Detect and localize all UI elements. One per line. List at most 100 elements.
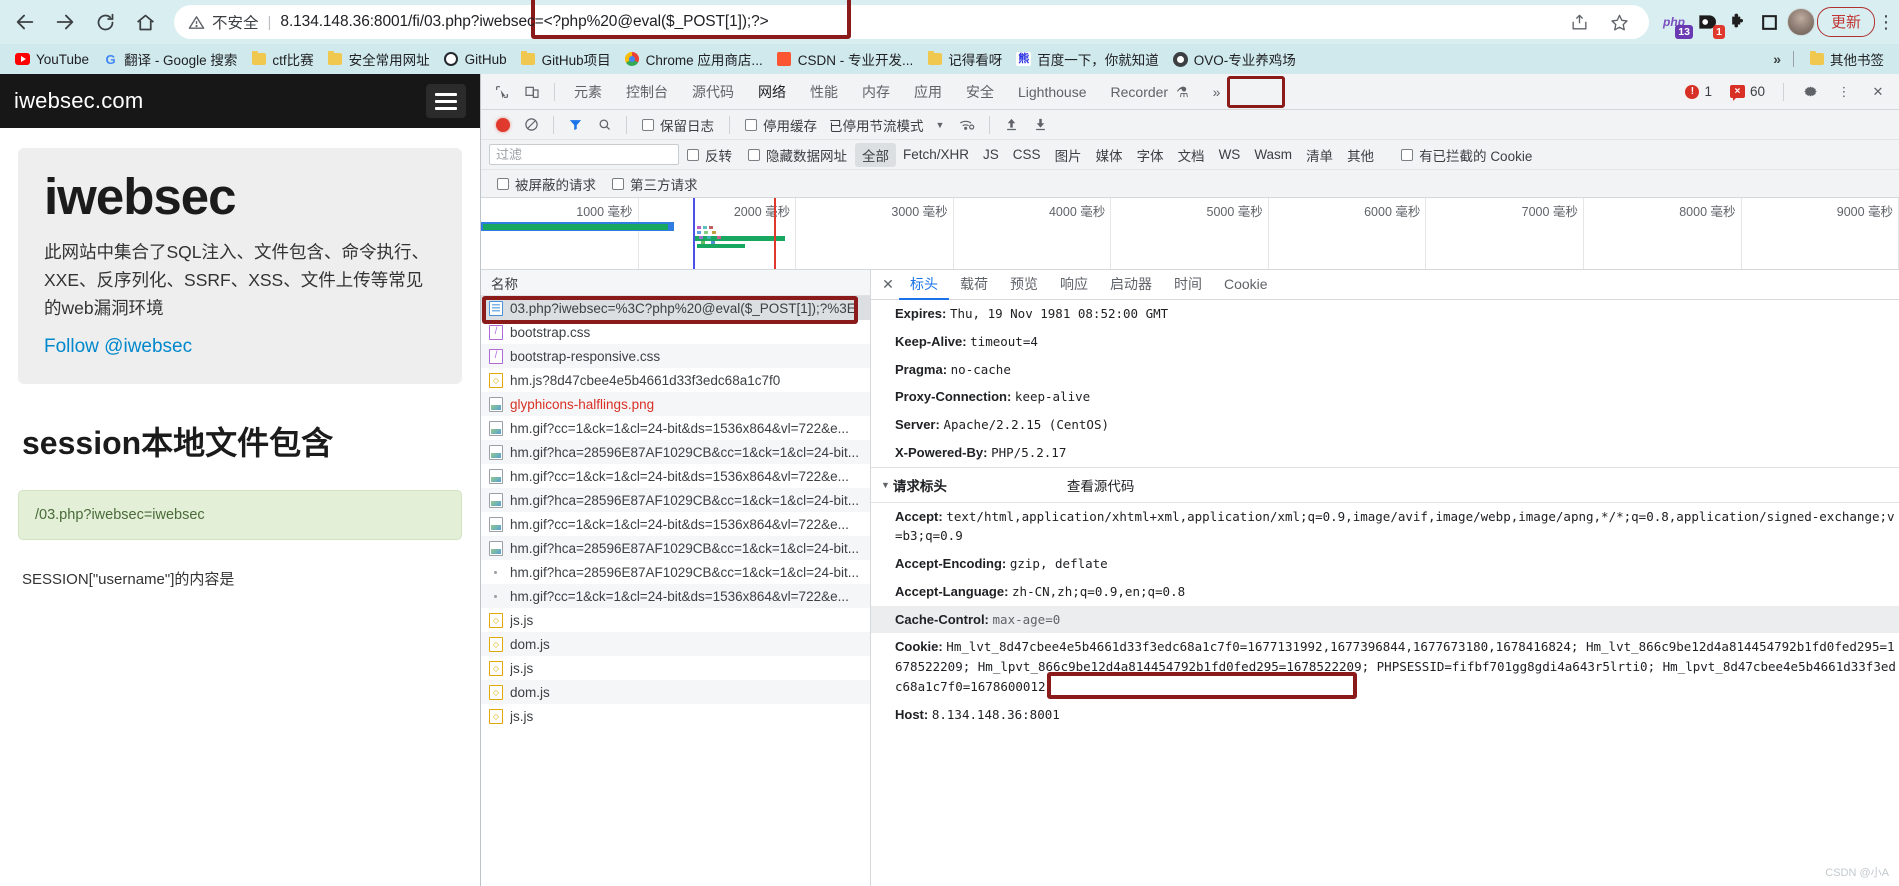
clear-requests-icon[interactable] xyxy=(517,113,546,137)
tab-application[interactable]: 应用 xyxy=(902,74,954,110)
third-party-requests-checkbox[interactable]: 第三方请求 xyxy=(604,174,706,194)
table-row[interactable]: js.js xyxy=(481,656,870,680)
filter-type-other[interactable]: 其他 xyxy=(1340,143,1381,167)
table-row[interactable]: hm.gif?hca=28596E87AF1029CB&cc=1&ck=1&cl… xyxy=(481,536,870,560)
filter-input[interactable]: 过滤 xyxy=(489,144,679,165)
filter-type-ws[interactable]: WS xyxy=(1212,145,1248,164)
forward-button-icon[interactable] xyxy=(46,3,84,41)
detail-tab-initiator[interactable]: 启动器 xyxy=(1099,270,1163,300)
tab-console[interactable]: 控制台 xyxy=(614,74,680,110)
table-row[interactable]: hm.gif?hca=28596E87AF1029CB&cc=1&ck=1&cl… xyxy=(481,560,870,584)
filter-type-media[interactable]: 媒体 xyxy=(1089,143,1130,167)
table-row[interactable]: hm.gif?hca=28596E87AF1029CB&cc=1&ck=1&cl… xyxy=(481,488,870,512)
search-icon[interactable] xyxy=(590,113,619,137)
table-row[interactable]: hm.js?8d47cbee4e5b4661d33f3edc68a1c7f0 xyxy=(481,368,870,392)
tab-elements[interactable]: 元素 xyxy=(562,74,614,110)
expand-arrow-icon[interactable]: ▼ xyxy=(881,480,890,490)
table-row[interactable]: 03.php?iwebsec=%3C?php%20@eval($_POST[1]… xyxy=(481,296,870,320)
detail-tab-cookies[interactable]: Cookie xyxy=(1213,270,1279,300)
network-conditions-icon[interactable] xyxy=(952,113,982,137)
request-headers-section[interactable]: ▼ 请求标头 查看源代码 xyxy=(871,466,1899,503)
bookmark-jidekanya[interactable]: 记得看呀 xyxy=(920,46,1009,72)
tab-lighthouse[interactable]: Lighthouse xyxy=(1006,74,1099,110)
table-row[interactable]: dom.js xyxy=(481,632,870,656)
table-row[interactable]: hm.gif?hca=28596E87AF1029CB&cc=1&ck=1&cl… xyxy=(481,440,870,464)
share-icon[interactable] xyxy=(1565,7,1595,37)
hamburger-menu-icon[interactable] xyxy=(426,84,466,118)
bookmark-security-sites[interactable]: 安全常用网址 xyxy=(321,46,437,72)
tab-performance[interactable]: 性能 xyxy=(798,74,850,110)
bookmark-github-projects[interactable]: GitHub项目 xyxy=(514,46,618,72)
blocked-requests-checkbox[interactable]: 被屏蔽的请求 xyxy=(489,174,604,194)
hide-data-urls-checkbox[interactable]: 隐藏数据网址 xyxy=(740,145,855,165)
bookmark-github[interactable]: GitHub xyxy=(437,49,514,70)
filter-type-doc[interactable]: 文档 xyxy=(1171,143,1212,167)
bookmark-google-translate[interactable]: G 翻译 - Google 搜索 xyxy=(96,46,244,72)
device-toolbar-icon[interactable] xyxy=(517,78,547,106)
table-row[interactable]: hm.gif?cc=1&ck=1&cl=24-bit&ds=1536x864&v… xyxy=(481,512,870,536)
filter-type-img[interactable]: 图片 xyxy=(1048,143,1089,167)
close-detail-icon[interactable]: ✕ xyxy=(877,276,899,293)
php-extension-icon[interactable]: php 13 xyxy=(1659,7,1693,39)
extension-badge-icon[interactable]: 1 xyxy=(1691,7,1725,39)
bookmark-baidu[interactable]: 熊百度一下，你就知道 xyxy=(1009,46,1166,72)
detail-tab-headers[interactable]: 标头 xyxy=(899,270,949,300)
table-row[interactable]: dom.js xyxy=(481,680,870,704)
tab-recorder[interactable]: Recorder ⚗ xyxy=(1099,74,1201,110)
table-row[interactable]: glyphicons-halflings.png xyxy=(481,392,870,416)
warning-count-badge[interactable]: × 60 xyxy=(1723,82,1772,101)
bookmark-ctf[interactable]: ctf比赛 xyxy=(244,46,320,72)
user-avatar[interactable] xyxy=(1786,8,1815,36)
devtools-kebab-icon[interactable]: ⋮ xyxy=(1829,78,1859,106)
follow-link[interactable]: Follow @iwebsec xyxy=(44,336,192,358)
table-row[interactable]: hm.gif?cc=1&ck=1&cl=24-bit&ds=1536x864&v… xyxy=(481,464,870,488)
bookmark-youtube[interactable]: YouTube xyxy=(8,49,96,70)
bookmark-chrome-webstore[interactable]: Chrome 应用商店... xyxy=(618,46,770,72)
preserve-log-checkbox[interactable]: 保留日志 xyxy=(634,115,722,135)
table-row[interactable]: hm.gif?cc=1&ck=1&cl=24-bit&ds=1536x864&v… xyxy=(481,584,870,608)
filter-type-all[interactable]: 全部 xyxy=(855,142,896,167)
more-tabs-chevron-icon[interactable]: » xyxy=(1201,74,1233,110)
detail-tab-timing[interactable]: 时间 xyxy=(1163,270,1213,300)
filter-type-wasm[interactable]: Wasm xyxy=(1247,145,1299,164)
site-brand[interactable]: iwebsec.com xyxy=(14,88,143,114)
table-row[interactable]: bootstrap.css xyxy=(481,320,870,344)
filter-type-manifest[interactable]: 清单 xyxy=(1299,143,1340,167)
square-panel-icon[interactable] xyxy=(1755,7,1785,37)
export-har-icon[interactable] xyxy=(1026,113,1055,137)
table-row[interactable]: js.js xyxy=(481,704,870,728)
home-button-icon[interactable] xyxy=(126,3,164,41)
table-row[interactable]: hm.gif?cc=1&ck=1&cl=24-bit&ds=1536x864&v… xyxy=(481,416,870,440)
browser-menu-kebab-icon[interactable]: ⋮ xyxy=(1877,12,1895,33)
tab-network[interactable]: 网络 xyxy=(746,74,798,110)
filter-type-css[interactable]: CSS xyxy=(1006,145,1048,164)
filter-type-fetch-xhr[interactable]: Fetch/XHR xyxy=(896,145,976,164)
record-button[interactable] xyxy=(489,113,517,137)
view-source-link[interactable]: 查看源代码 xyxy=(1067,475,1135,495)
filter-type-font[interactable]: 字体 xyxy=(1130,143,1171,167)
tab-security[interactable]: 安全 xyxy=(954,74,1006,110)
blocked-cookies-checkbox[interactable]: 有已拦截的 Cookie xyxy=(1393,145,1540,165)
star-bookmark-icon[interactable] xyxy=(1605,7,1635,37)
table-row[interactable]: bootstrap-responsive.css xyxy=(481,344,870,368)
gear-icon[interactable] xyxy=(1795,78,1825,106)
inspect-element-icon[interactable] xyxy=(487,78,517,106)
update-button[interactable]: 更新 xyxy=(1816,7,1875,37)
detail-tab-preview[interactable]: 预览 xyxy=(999,270,1049,300)
disable-cache-checkbox[interactable]: 停用缓存 xyxy=(737,115,825,135)
throttling-label[interactable]: 已停用节流模式 xyxy=(825,115,928,135)
address-bar[interactable]: 不安全 | 8.134.148.36:8001/fi/03.php ?iwebs… xyxy=(174,0,1649,39)
back-button-icon[interactable] xyxy=(6,3,44,41)
bookmarks-overflow-chevron-icon[interactable]: » xyxy=(1769,51,1785,67)
table-row[interactable]: js.js xyxy=(481,608,870,632)
reload-button-icon[interactable] xyxy=(86,3,124,41)
detail-tab-payload[interactable]: 载荷 xyxy=(949,270,999,300)
network-overview-timeline[interactable]: 1000 毫秒 2000 毫秒 3000 毫秒 4000 毫秒 5000 毫秒 … xyxy=(481,198,1899,270)
throttling-caret-icon[interactable]: ▼ xyxy=(928,120,953,130)
invert-checkbox[interactable]: 反转 xyxy=(679,145,740,165)
filter-type-js[interactable]: JS xyxy=(976,145,1006,164)
bookmark-ovo[interactable]: OVO-专业养鸡场 xyxy=(1166,46,1303,72)
bookmark-other-folder[interactable]: 其他书签 xyxy=(1802,46,1891,72)
import-har-icon[interactable] xyxy=(997,113,1026,137)
close-devtools-icon[interactable]: ✕ xyxy=(1863,78,1893,106)
